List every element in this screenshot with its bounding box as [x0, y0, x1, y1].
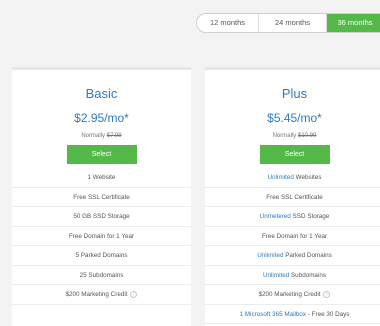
feature-text: 1 Website: [87, 174, 116, 181]
feature-text: - Free 30 Days: [306, 310, 350, 318]
plan-price: $2.95/mo*: [74, 111, 129, 125]
term-12-months-button[interactable]: 12 months: [197, 14, 259, 32]
feature-text: $200 Marketing Credit: [258, 291, 321, 298]
plan-price: $5.45/mo*: [267, 111, 322, 125]
feature-highlight: 1 Microsoft 365 Mailbox: [239, 310, 307, 318]
billing-term-switch: 12 months 24 months 36 months: [196, 13, 380, 33]
feature-item: 5 Parked Domains: [12, 246, 191, 266]
feature-list: 1 Website Free SSL Certificate 50 GB SSD…: [12, 168, 191, 305]
plan-name: Plus: [281, 86, 308, 101]
feature-item: $200 Marketing Credit i: [205, 285, 380, 305]
feature-highlight: Unlimited: [262, 271, 290, 279]
feature-text: Websites: [293, 174, 322, 181]
plan-normal-price: Normally $10.99: [205, 133, 380, 139]
feature-item: Unlimited Parked Domains: [205, 246, 380, 266]
term-36-months-button[interactable]: 36 months: [327, 14, 380, 32]
feature-highlight: Unlimited: [267, 174, 294, 181]
feature-item: 1 Microsoft 365 Mailbox - Free 30 Days: [205, 305, 380, 324]
feature-item: Unmetered SSD Storage: [205, 207, 380, 227]
feature-text: Parked Domains: [283, 252, 332, 259]
feature-item: 50 GB SSD Storage: [12, 207, 191, 227]
term-24-months-button[interactable]: 24 months: [259, 14, 327, 32]
info-circle-icon[interactable]: i: [323, 290, 331, 298]
feature-text: 50 GB SSD Storage: [73, 213, 130, 220]
feature-text: 5 Parked Domains: [75, 252, 128, 259]
feature-text: Free SSL Certificate: [266, 193, 323, 201]
original-price: $10.99: [297, 133, 317, 139]
feature-text: $200 Marketing Credit: [65, 291, 128, 298]
feature-text: Free Domain for 1 Year: [261, 232, 328, 240]
feature-item: $200 Marketing Credit i: [12, 285, 191, 305]
feature-item: Free Domain for 1 Year: [12, 227, 191, 246]
feature-item: Free SSL Certificate: [12, 188, 191, 207]
feature-text: 25 Subdomains: [79, 271, 124, 279]
feature-highlight: Unlimited: [257, 252, 284, 259]
feature-item: 1 Website: [12, 168, 191, 188]
plan-card-plus: Plus $5.45/mo* Normally $10.99 Select Un…: [205, 67, 380, 326]
select-plus-button[interactable]: Select: [259, 145, 330, 164]
feature-item: Unlimited Websites: [205, 168, 380, 188]
feature-list: Unlimited Websites Free SSL Certificate …: [205, 168, 380, 324]
feature-text: SSD Storage: [290, 213, 330, 220]
plan-normal-price: Normally $7.99: [12, 133, 191, 139]
select-basic-button[interactable]: Select: [66, 145, 137, 164]
feature-text: Subdomains: [289, 271, 326, 279]
original-price: $7.99: [106, 133, 122, 139]
info-circle-icon[interactable]: i: [130, 290, 138, 298]
feature-item: Unlimited Subdomains: [205, 266, 380, 285]
feature-item: 25 Subdomains: [12, 266, 191, 285]
plan-name: Basic: [85, 86, 118, 101]
feature-text: Free Domain for 1 Year: [68, 232, 135, 240]
feature-highlight: Unmetered: [259, 213, 291, 220]
normally-label: Normally: [81, 133, 105, 139]
normally-label: Normally: [272, 133, 297, 139]
feature-text: Free SSL Certificate: [73, 193, 130, 201]
feature-item: Free Domain for 1 Year: [205, 227, 380, 246]
plan-card-basic: Basic $2.95/mo* Normally $7.99 Select 1 …: [12, 67, 191, 326]
feature-item: Free SSL Certificate: [205, 188, 380, 207]
